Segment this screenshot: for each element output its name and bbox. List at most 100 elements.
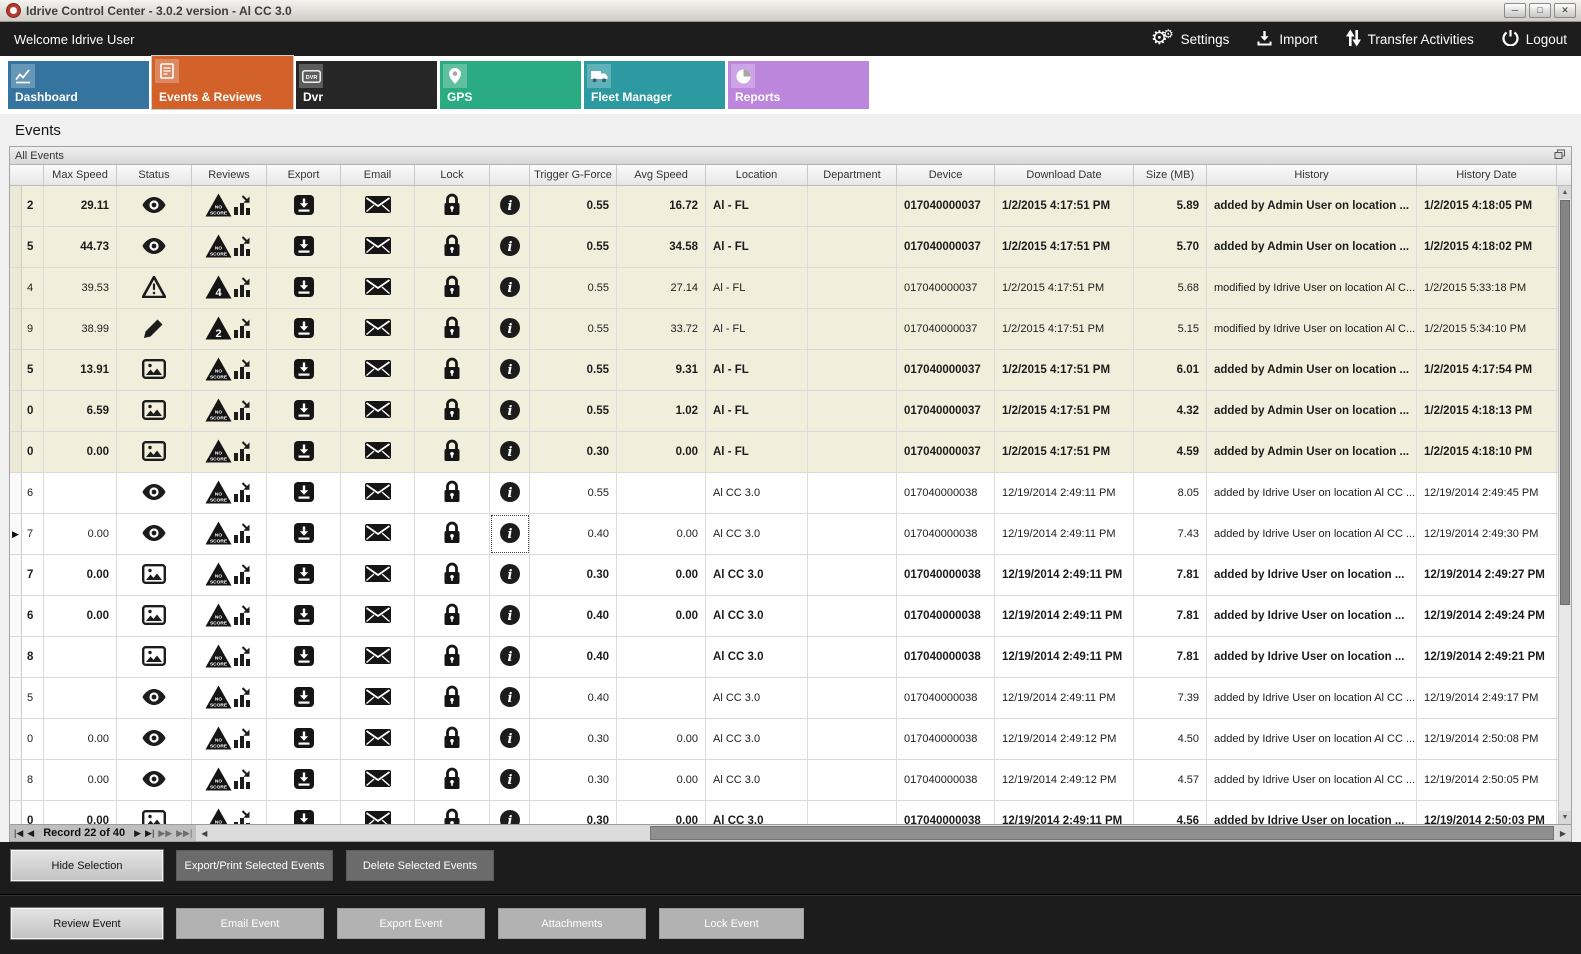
- status-cell[interactable]: [117, 514, 192, 554]
- download-date-cell[interactable]: 12/19/2014 2:49:11 PM: [995, 555, 1134, 595]
- download-date-cell[interactable]: 1/2/2015 4:17:51 PM: [995, 391, 1134, 431]
- department-cell[interactable]: [808, 432, 897, 472]
- email-cell[interactable]: [341, 637, 415, 677]
- trigger-gforce-cell[interactable]: 0.55: [530, 473, 617, 513]
- size-cell[interactable]: 4.59: [1134, 432, 1207, 472]
- trigger-gforce-cell[interactable]: 0.30: [530, 432, 617, 472]
- history-cell[interactable]: modified by Idrive User on location Al C…: [1207, 309, 1417, 349]
- size-cell[interactable]: 7.81: [1134, 555, 1207, 595]
- avg-speed-cell[interactable]: 0.00: [617, 801, 706, 824]
- trigger-gforce-cell[interactable]: 0.30: [530, 760, 617, 800]
- avg-speed-cell[interactable]: 0.00: [617, 514, 706, 554]
- location-cell[interactable]: Al CC 3.0: [706, 514, 808, 554]
- department-cell[interactable]: [808, 596, 897, 636]
- col-header-export[interactable]: Export: [267, 165, 341, 185]
- status-cell[interactable]: [117, 760, 192, 800]
- event-id-partial-cell[interactable]: 5: [22, 227, 44, 267]
- department-cell[interactable]: [808, 555, 897, 595]
- location-cell[interactable]: Al - FL: [706, 350, 808, 390]
- export-print-selected-events-button[interactable]: Export/Print Selected Events: [176, 850, 333, 881]
- lock-cell[interactable]: [415, 760, 490, 800]
- location-cell[interactable]: Al - FL: [706, 432, 808, 472]
- avg-speed-cell[interactable]: [617, 678, 706, 718]
- history-date-cell[interactable]: 12/19/2014 2:49:30 PM: [1417, 514, 1557, 554]
- size-cell[interactable]: 7.39: [1134, 678, 1207, 718]
- lock-cell[interactable]: [415, 637, 490, 677]
- trigger-gforce-cell[interactable]: 0.40: [530, 596, 617, 636]
- info-cell[interactable]: i: [490, 801, 530, 824]
- info-cell[interactable]: i: [490, 432, 530, 472]
- location-cell[interactable]: Al CC 3.0: [706, 555, 808, 595]
- avg-speed-cell[interactable]: 27.14: [617, 268, 706, 308]
- lock-cell[interactable]: [415, 268, 490, 308]
- download-date-cell[interactable]: 12/19/2014 2:49:11 PM: [995, 514, 1134, 554]
- nav-first-button[interactable]: |◀: [14, 828, 23, 839]
- history-date-cell[interactable]: 1/2/2015 5:33:18 PM: [1417, 268, 1557, 308]
- size-cell[interactable]: 5.89: [1134, 186, 1207, 226]
- table-row[interactable]: 8NOSCOREi0.40Al CC 3.001704000003812/19/…: [10, 637, 1571, 678]
- info-cell[interactable]: i: [490, 678, 530, 718]
- nav-next-button[interactable]: ▶: [134, 828, 141, 839]
- col-header-history[interactable]: History: [1207, 165, 1417, 185]
- max-speed-cell[interactable]: 13.91: [44, 350, 117, 390]
- email-cell[interactable]: [341, 801, 415, 824]
- device-cell[interactable]: 017040000038: [897, 473, 995, 513]
- history-date-cell[interactable]: 12/19/2014 2:50:08 PM: [1417, 719, 1557, 759]
- nav-append-button[interactable]: ▶▶: [158, 828, 172, 839]
- export-cell[interactable]: [267, 637, 341, 677]
- history-date-cell[interactable]: 12/19/2014 2:49:17 PM: [1417, 678, 1557, 718]
- export-cell[interactable]: [267, 473, 341, 513]
- department-cell[interactable]: [808, 514, 897, 554]
- nav-edit-button[interactable]: ▶▶|: [176, 828, 192, 839]
- nav-last-button[interactable]: ▶|: [145, 828, 154, 839]
- delete-selected-events-button[interactable]: Delete Selected Events: [346, 850, 494, 881]
- reviews-cell[interactable]: 2: [192, 309, 267, 349]
- status-cell[interactable]: [117, 186, 192, 226]
- export-cell[interactable]: [267, 678, 341, 718]
- department-cell[interactable]: [808, 719, 897, 759]
- col-header-avg-speed[interactable]: Avg Speed: [617, 165, 706, 185]
- event-id-partial-cell[interactable]: 0: [22, 719, 44, 759]
- scroll-up-icon[interactable]: ▲: [1559, 186, 1571, 199]
- size-cell[interactable]: 4.57: [1134, 760, 1207, 800]
- max-speed-cell[interactable]: 0.00: [44, 719, 117, 759]
- export-event-button[interactable]: Export Event: [337, 908, 485, 939]
- table-row[interactable]: 60.00NOSCOREi0.400.00Al CC 3.00170400000…: [10, 596, 1571, 637]
- download-date-cell[interactable]: 1/2/2015 4:17:51 PM: [995, 309, 1134, 349]
- info-cell[interactable]: i: [490, 473, 530, 513]
- transfer-activities-button[interactable]: Transfer Activities: [1346, 29, 1474, 50]
- trigger-gforce-cell[interactable]: 0.55: [530, 309, 617, 349]
- email-cell[interactable]: [341, 186, 415, 226]
- history-cell[interactable]: added by Idrive User on location ...: [1207, 637, 1417, 677]
- lock-event-button[interactable]: Lock Event: [659, 908, 804, 939]
- col-header-location[interactable]: Location: [706, 165, 808, 185]
- table-row[interactable]: 00.00NOSCOREi0.300.00Al CC 3.00170400000…: [10, 719, 1571, 760]
- email-cell[interactable]: [341, 514, 415, 554]
- lock-cell[interactable]: [415, 719, 490, 759]
- email-cell[interactable]: [341, 473, 415, 513]
- maximize-button[interactable]: □: [1529, 3, 1551, 18]
- lock-cell[interactable]: [415, 678, 490, 718]
- status-cell[interactable]: [117, 309, 192, 349]
- email-event-button[interactable]: Email Event: [176, 908, 324, 939]
- table-row[interactable]: 70.00NOSCOREi0.300.00Al CC 3.00170400000…: [10, 555, 1571, 596]
- size-cell[interactable]: 5.70: [1134, 227, 1207, 267]
- status-cell[interactable]: [117, 473, 192, 513]
- department-cell[interactable]: [808, 309, 897, 349]
- avg-speed-cell[interactable]: 33.72: [617, 309, 706, 349]
- event-id-partial-cell[interactable]: 0: [22, 432, 44, 472]
- status-cell[interactable]: [117, 596, 192, 636]
- reviews-cell[interactable]: NOSCORE: [192, 514, 267, 554]
- department-cell[interactable]: [808, 186, 897, 226]
- info-cell[interactable]: i: [490, 719, 530, 759]
- device-cell[interactable]: 017040000038: [897, 760, 995, 800]
- reviews-cell[interactable]: NOSCORE: [192, 719, 267, 759]
- email-cell[interactable]: [341, 391, 415, 431]
- info-cell[interactable]: i: [490, 637, 530, 677]
- lock-cell[interactable]: [415, 432, 490, 472]
- status-cell[interactable]: [117, 801, 192, 824]
- event-id-partial-cell[interactable]: 2: [22, 186, 44, 226]
- info-cell[interactable]: i: [490, 391, 530, 431]
- history-cell[interactable]: added by Admin User on location ...: [1207, 227, 1417, 267]
- device-cell[interactable]: 017040000038: [897, 596, 995, 636]
